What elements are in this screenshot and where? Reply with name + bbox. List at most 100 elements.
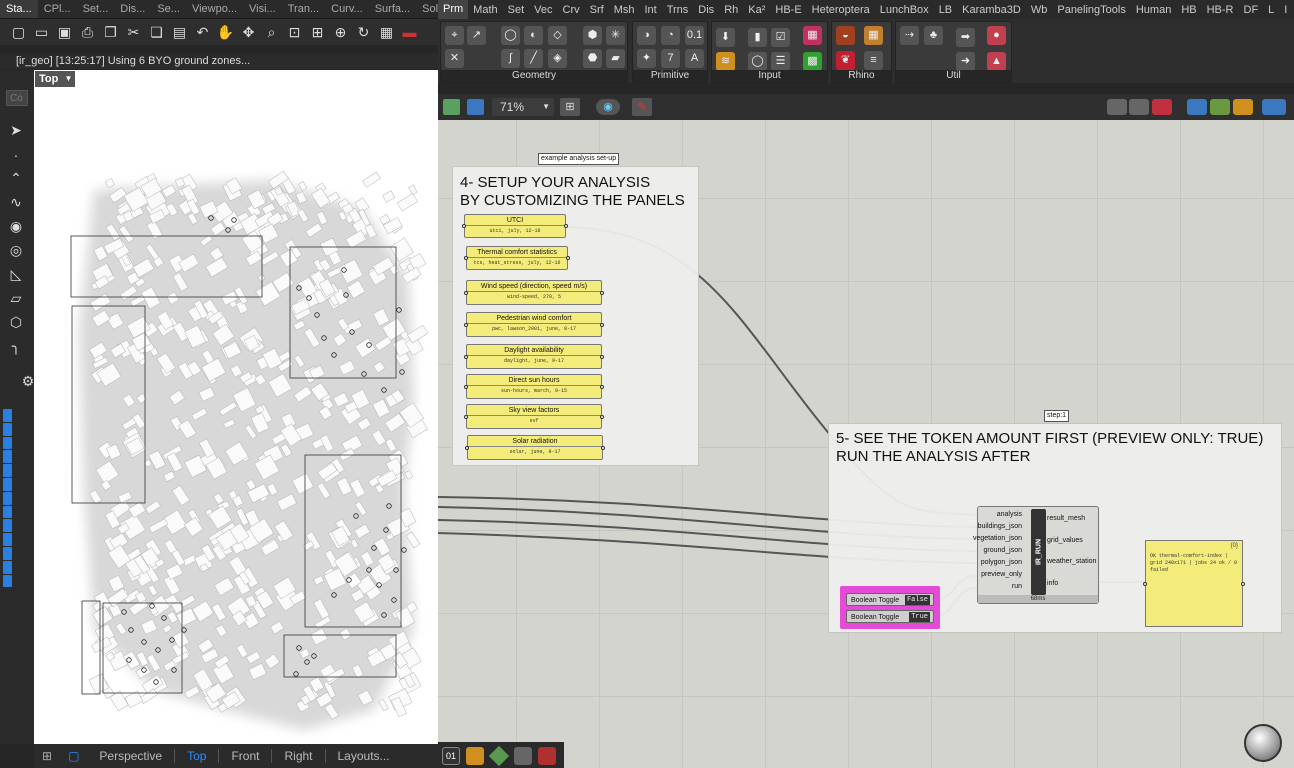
curve-param-icon[interactable]: ∫ xyxy=(501,49,520,68)
number-param-icon[interactable]: 0.1 xyxy=(685,26,704,45)
run-toggle[interactable]: Boolean Toggle True xyxy=(846,610,934,623)
tab-layouts[interactable]: Layouts... xyxy=(326,749,402,763)
output-grip[interactable] xyxy=(566,256,570,260)
globe-icon[interactable] xyxy=(1262,99,1286,115)
gh-menu-tab[interactable]: Set xyxy=(503,4,530,16)
gh-menu-tab[interactable]: DF xyxy=(1239,4,1264,16)
output-grip[interactable] xyxy=(600,414,604,419)
cut-icon[interactable]: ✂ xyxy=(123,22,144,43)
panel-wind-speed[interactable]: Wind speed (direction, speed m/s) wind-sp… xyxy=(464,280,604,305)
output-info[interactable]: info xyxy=(1047,580,1058,587)
copy-icon[interactable]: ❐ xyxy=(100,22,121,43)
gh-status-icon-3[interactable] xyxy=(488,745,510,767)
dial-icon[interactable]: ◯ xyxy=(748,52,767,71)
gh-status-icon-5[interactable] xyxy=(538,747,556,765)
panel-daylight[interactable]: Daylight availability daylight, june, 9-1… xyxy=(464,344,604,369)
undo-icon[interactable]: ↶ xyxy=(192,22,213,43)
zoom-icon[interactable]: ⌕ xyxy=(261,22,282,43)
pattern-icon[interactable]: ▦ xyxy=(864,26,883,45)
arrow-forward-icon[interactable]: ➜ xyxy=(956,52,975,71)
toggle-value[interactable]: False xyxy=(904,595,930,605)
input-run[interactable]: run xyxy=(1012,583,1022,590)
flask-icon[interactable]: ▲ xyxy=(987,52,1006,71)
single-view-icon[interactable]: ▢ xyxy=(60,749,87,763)
gh-menu-tab[interactable]: HB-R xyxy=(1202,4,1239,16)
output-grip[interactable] xyxy=(1241,581,1245,586)
brep-param-icon[interactable]: ⬣ xyxy=(583,49,602,68)
tab-front[interactable]: Front xyxy=(219,749,273,763)
input-grip[interactable] xyxy=(464,290,468,295)
data-param-icon[interactable]: ✦ xyxy=(637,49,656,68)
panel-sky-view[interactable]: Sky view factors svf xyxy=(464,404,604,429)
rhino-tab[interactable]: Solid... xyxy=(416,3,438,15)
toggle-value[interactable]: True xyxy=(909,612,930,622)
clipboard-icon[interactable]: ▤ xyxy=(169,22,190,43)
cherry-icon[interactable]: ❦ xyxy=(836,51,855,70)
input-grip[interactable] xyxy=(464,384,468,389)
zoom-extents-icon[interactable]: ⊞ xyxy=(307,22,328,43)
gh-menu-tab[interactable]: Prm xyxy=(438,0,469,19)
gh-menu-tab[interactable]: Math xyxy=(468,4,502,16)
layer-icon[interactable]: ≡ xyxy=(864,51,883,70)
circle-param-icon[interactable]: ◯ xyxy=(501,26,520,45)
circle-icon[interactable]: ◉ xyxy=(6,216,26,236)
preview-mesh-icon[interactable] xyxy=(1210,99,1230,115)
command-prompt[interactable]: Co xyxy=(6,90,28,106)
zoom-selected-icon[interactable]: ⊕ xyxy=(330,22,351,43)
input-grip[interactable] xyxy=(462,224,466,228)
gh-menu-tab[interactable]: Rh xyxy=(719,4,743,16)
boolean-param-icon[interactable]: ◑ xyxy=(637,26,656,45)
gh-menu-tab[interactable]: Crv xyxy=(558,4,585,16)
gradient-icon[interactable]: ▩ xyxy=(803,52,822,71)
vector-param-icon[interactable]: ↗ xyxy=(467,26,486,45)
input-vegetation-json[interactable]: vegetation_json xyxy=(973,535,1022,542)
surface-icon[interactable]: ◺ xyxy=(6,264,26,284)
zoom-window-icon[interactable]: ⊡ xyxy=(284,22,305,43)
output-grip[interactable] xyxy=(601,445,605,450)
relay-icon[interactable]: ⇢ xyxy=(900,26,919,45)
gh-menu-tab[interactable]: I xyxy=(1279,4,1292,16)
gh-status-icon-4[interactable] xyxy=(514,747,532,765)
button-object-icon[interactable]: ▮ xyxy=(748,28,767,47)
input-grip[interactable] xyxy=(1143,581,1147,586)
panel-sun-hours[interactable]: Direct sun hours sun-hours, march, 9-15 xyxy=(464,374,604,399)
arrow-right-icon[interactable]: ➡ xyxy=(956,28,975,47)
gh-menu-tab[interactable]: Wb xyxy=(1026,4,1053,16)
gh-menu-tab[interactable]: HB-E xyxy=(770,4,806,16)
preview-only-toggle[interactable]: Boolean Toggle False xyxy=(846,593,934,606)
gh-menu-tab[interactable]: Karamba3D xyxy=(957,4,1026,16)
gh-menu-tab[interactable]: LunchBox xyxy=(875,4,934,16)
gh-menu-tab[interactable]: Dis xyxy=(693,4,719,16)
sphere-icon[interactable]: ◎ xyxy=(6,240,26,260)
input-grip[interactable] xyxy=(464,414,468,419)
solid-icon[interactable]: ⬡ xyxy=(6,312,26,332)
input-grip[interactable] xyxy=(464,354,468,359)
box-icon[interactable]: ▱ xyxy=(6,288,26,308)
tree-icon[interactable]: ♣ xyxy=(924,26,943,45)
gh-menu-tab[interactable]: HB xyxy=(1176,4,1201,16)
import-icon[interactable]: ⬇ xyxy=(716,28,735,47)
sphere-util-icon[interactable]: ● xyxy=(987,26,1006,45)
rotate-view-icon[interactable]: ↻ xyxy=(353,22,374,43)
integer-param-icon[interactable]: 7 xyxy=(661,49,680,68)
toggle-object-icon[interactable]: ☑ xyxy=(771,28,790,47)
graph-mapper-icon[interactable]: ≋ xyxy=(716,52,735,71)
mesh-param-icon[interactable]: ◈ xyxy=(548,49,567,68)
save-icon[interactable]: ▣ xyxy=(54,22,75,43)
input-ground-json[interactable]: ground_json xyxy=(983,547,1022,554)
viewport-layout-icon[interactable]: ▦ xyxy=(376,22,397,43)
list-icon[interactable]: ☰ xyxy=(771,52,790,71)
zoom-extents-icon[interactable]: ⊞ xyxy=(560,98,580,116)
preview-mode-wireframe-icon[interactable] xyxy=(1107,99,1127,115)
top-viewport[interactable] xyxy=(34,70,438,744)
gh-menu-tab[interactable]: L xyxy=(1263,4,1279,16)
info-output-panel[interactable]: {0} OK thermal-comfort-index | grid 240x… xyxy=(1143,540,1245,627)
rhino-tab[interactable]: Sta... xyxy=(0,0,38,18)
component-core[interactable]: IR_RUN xyxy=(1031,509,1046,595)
output-weather-station[interactable]: weather_station xyxy=(1047,558,1096,565)
input-grip[interactable] xyxy=(465,445,469,450)
print-icon[interactable]: ⎙ xyxy=(77,22,98,43)
panel-pedestrian-wind[interactable]: Pedestrian wind comfort pwc, lawson_2001,… xyxy=(464,312,604,337)
surface-param-icon[interactable]: ◇ xyxy=(548,26,567,45)
select-arrow-icon[interactable]: ➤ xyxy=(6,120,26,140)
